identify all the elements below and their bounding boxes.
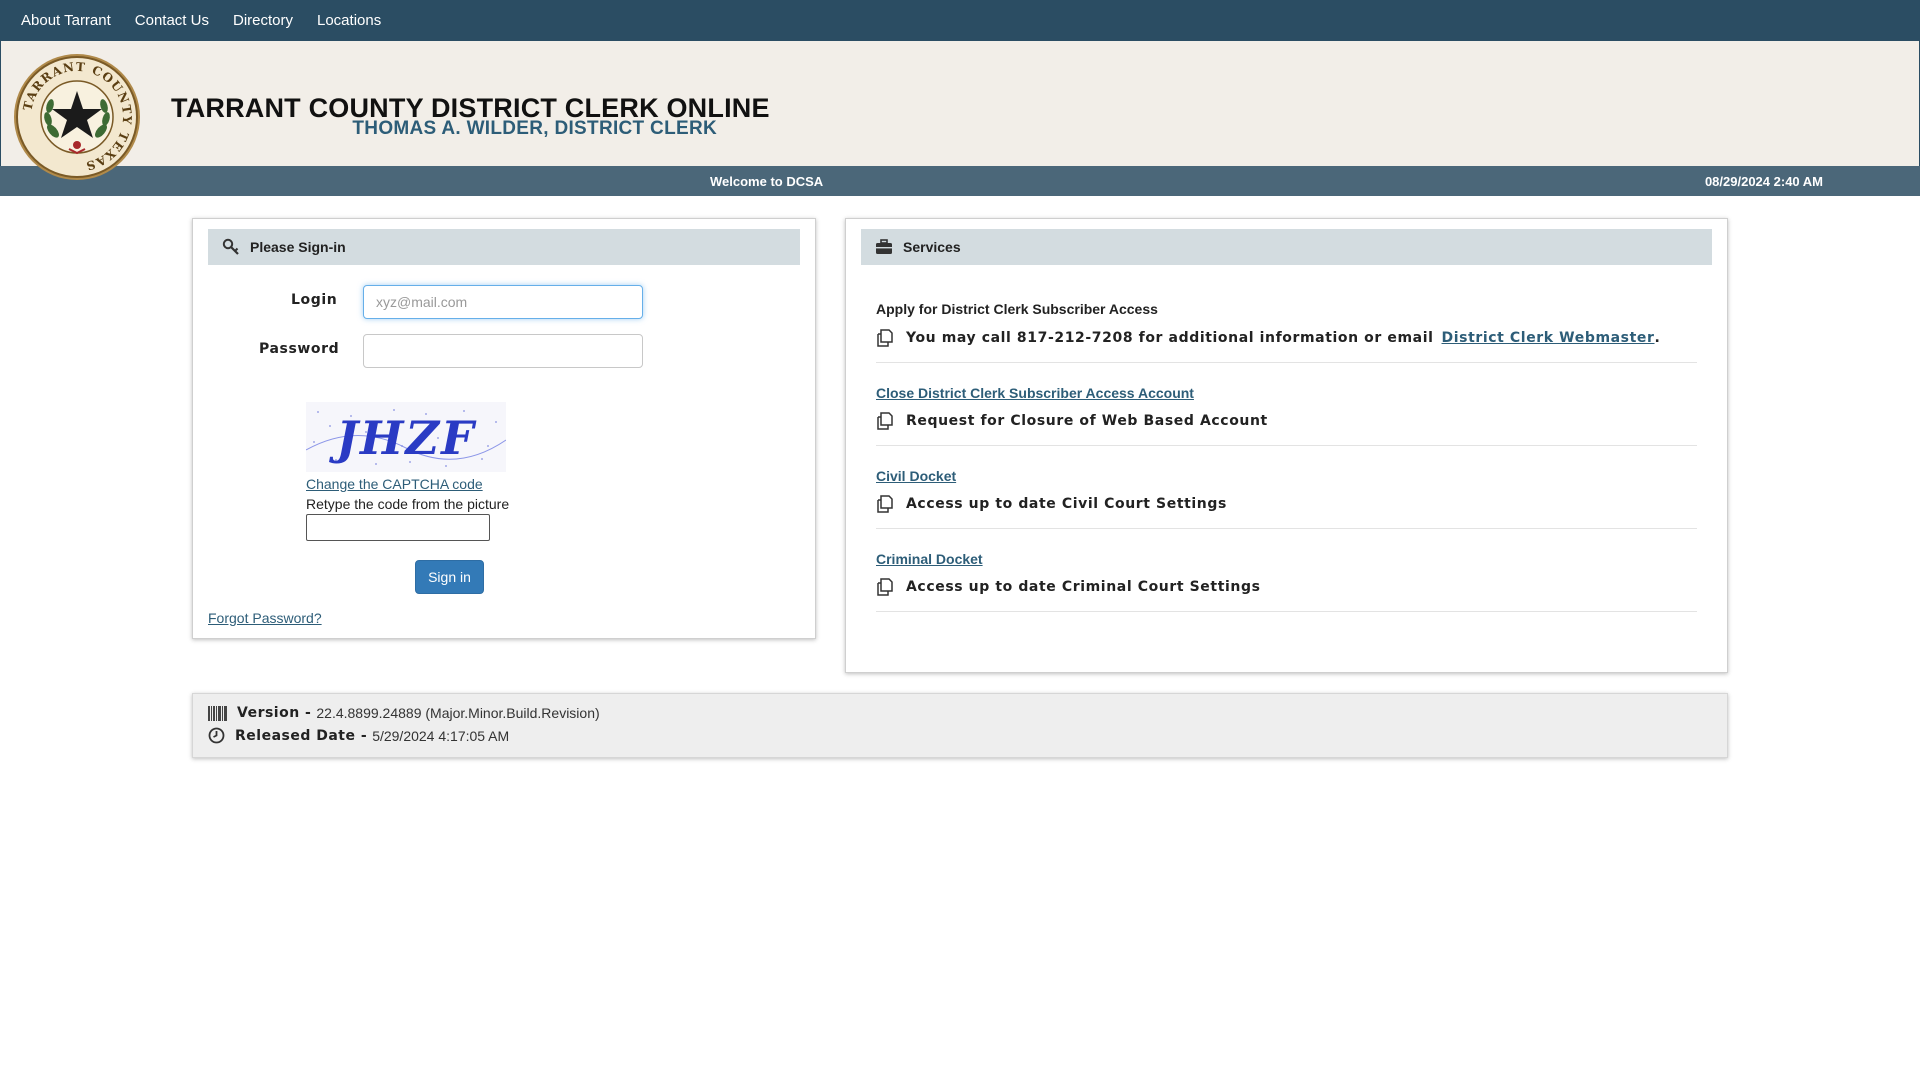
county-seal: TARRANT COUNTY TEXAS	[14, 54, 140, 180]
service-criminal-desc: Access up to date Criminal Court Setting…	[876, 578, 1261, 596]
service-divider	[876, 528, 1697, 529]
briefcase-icon	[876, 239, 892, 254]
change-captcha-link[interactable]: Change the CAPTCHA code	[306, 476, 483, 492]
nav-contact-us[interactable]: Contact Us	[123, 0, 221, 41]
nav-directory[interactable]: Directory	[221, 0, 305, 41]
district-clerk-webmaster-link[interactable]: District Clerk Webmaster	[1442, 330, 1655, 346]
login-label: Login	[291, 292, 338, 308]
signin-heading: Please Sign-in	[250, 239, 346, 255]
released-value: 5/29/2024 4:17:05 AM	[372, 727, 510, 744]
service-close-desc: Request for Closure of Web Based Account	[876, 412, 1268, 430]
site-header: TARRANT COUNTY TEXAS TARRANT COUNTY DIST…	[0, 41, 1920, 180]
key-icon	[222, 238, 239, 255]
password-input[interactable]	[363, 334, 643, 368]
version-line: Version - 22.4.8899.24889 (Major.Minor.B…	[208, 705, 600, 721]
captcha-image: JHZF	[306, 402, 506, 472]
password-label: Password	[259, 341, 340, 357]
released-label: Released Date -	[235, 727, 368, 744]
close-account-link[interactable]: Close District Clerk Subscriber Access A…	[876, 385, 1194, 401]
svg-text:JHZF: JHZF	[328, 411, 477, 465]
barcode-icon	[208, 705, 227, 721]
service-divider	[876, 362, 1697, 363]
current-datetime: 08/29/2024 2:40 AM	[1704, 174, 1823, 189]
copy-icon	[877, 495, 893, 513]
services-panel: Services Apply for District Clerk Subscr…	[845, 218, 1728, 673]
copy-icon	[877, 578, 893, 596]
civil-docket-link[interactable]: Civil Docket	[876, 468, 956, 484]
site-subtitle: THOMAS A. WILDER, DISTRICT CLERK	[352, 118, 717, 139]
signin-panel-header: Please Sign-in	[208, 229, 800, 265]
version-label: Version -	[237, 705, 312, 721]
top-nav: About Tarrant Contact Us Directory Locat…	[0, 0, 1920, 41]
nav-about-tarrant[interactable]: About Tarrant	[9, 0, 123, 41]
signin-panel: Please Sign-in Login Password JHZF Chang…	[192, 218, 816, 639]
service-civil-desc: Access up to date Civil Court Settings	[876, 495, 1227, 513]
sign-in-button[interactable]: Sign in	[415, 560, 484, 594]
service-apply-title: Apply for District Clerk Subscriber Acce…	[876, 301, 1158, 317]
welcome-bar: Welcome to DCSA 08/29/2024 2:40 AM	[0, 166, 1920, 196]
captcha-input[interactable]	[306, 514, 490, 541]
services-heading: Services	[903, 239, 961, 255]
forgot-password-link[interactable]: Forgot Password?	[208, 610, 322, 626]
nav-locations[interactable]: Locations	[305, 0, 393, 41]
clock-icon	[208, 727, 225, 744]
services-panel-header: Services	[861, 229, 1712, 265]
service-divider	[876, 445, 1697, 446]
service-divider	[876, 611, 1697, 612]
criminal-docket-link[interactable]: Criminal Docket	[876, 551, 983, 567]
login-input[interactable]	[363, 285, 643, 319]
copy-icon	[877, 412, 893, 430]
service-apply-desc: You may call 817-212-7208 for additional…	[876, 329, 1660, 347]
welcome-text: Welcome to DCSA	[710, 174, 824, 189]
copy-icon	[877, 329, 893, 347]
released-line: Released Date - 5/29/2024 4:17:05 AM	[208, 727, 509, 744]
version-footer: Version - 22.4.8899.24889 (Major.Minor.B…	[192, 693, 1728, 758]
version-value: 22.4.8899.24889 (Major.Minor.Build.Revis…	[316, 705, 600, 721]
captcha-hint: Retype the code from the picture	[306, 496, 510, 512]
